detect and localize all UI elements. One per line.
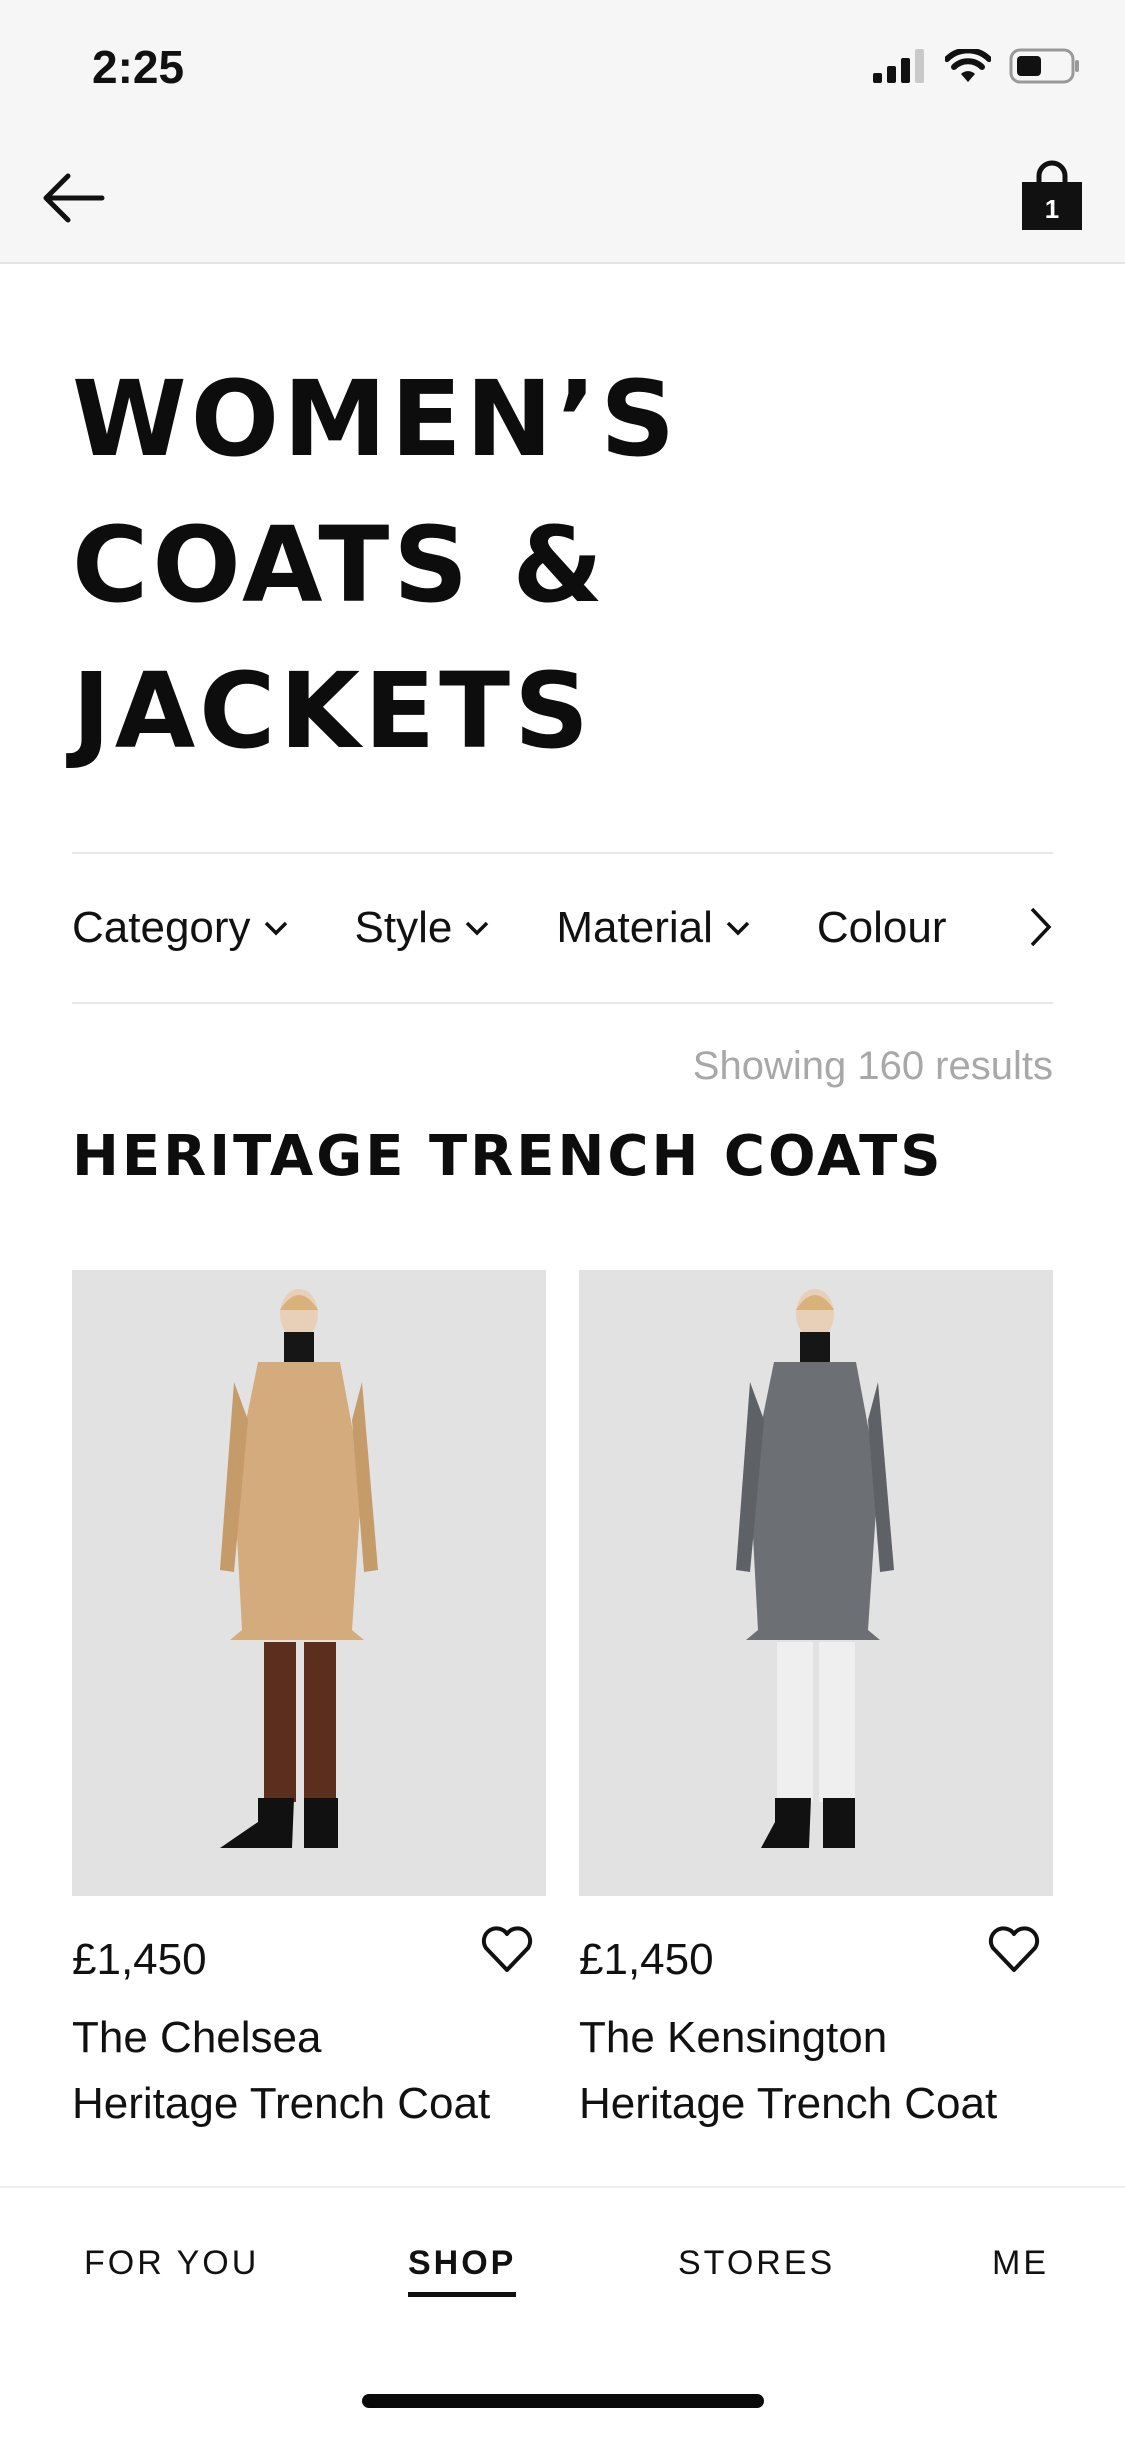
nav-bar: 1 — [0, 130, 1125, 264]
tab-bar: FOR YOU SHOP STORES ME — [0, 2186, 1125, 2438]
tab-shop[interactable]: SHOP — [408, 2244, 517, 2297]
product-image[interactable] — [72, 1270, 546, 1896]
tab-me[interactable]: ME — [992, 2244, 1049, 2283]
chevron-down-icon — [726, 921, 750, 936]
model-figure — [220, 1289, 378, 1848]
tab-stores[interactable]: STORES — [678, 2244, 835, 2283]
status-bar: 2:25 — [0, 0, 1125, 130]
filter-material[interactable]: Material — [556, 903, 751, 953]
status-icons — [873, 48, 1081, 84]
heart-icon — [481, 1926, 533, 1972]
back-button[interactable] — [38, 168, 108, 228]
filter-label: Material — [556, 903, 713, 952]
arrow-left-icon — [43, 173, 105, 223]
product-price: £1,450 — [72, 1935, 207, 1984]
filter-style[interactable]: Style — [355, 903, 491, 953]
chevron-down-icon — [264, 921, 287, 936]
filter-label: Category — [72, 903, 251, 952]
wishlist-button[interactable] — [480, 1926, 534, 1979]
product-card[interactable]: £1,450 The Kensington Heritage Trench Co… — [579, 1270, 1053, 2128]
chevron-down-icon — [466, 921, 489, 936]
page-title-line: JACKETS — [72, 650, 593, 772]
coat-shape — [230, 1362, 364, 1640]
bag-count-badge: 1 — [1044, 194, 1060, 224]
filter-category[interactable]: Category — [72, 903, 289, 953]
product-price: £1,450 — [579, 1935, 714, 1984]
product-name: The Chelsea Heritage Trench Coat — [72, 2013, 491, 2128]
cellular-signal-icon — [873, 49, 924, 83]
battery-icon — [1009, 48, 1079, 84]
section-title: HERITAGE TRENCH COATS — [72, 1124, 944, 1189]
filter-bar: Category Style Material Colour — [72, 852, 1053, 1004]
filter-colour[interactable]: Colour — [817, 903, 947, 953]
filter-scroll-right-button[interactable] — [1029, 906, 1053, 953]
wishlist-button[interactable] — [987, 1926, 1041, 1979]
tab-for-you[interactable]: FOR YOU — [84, 2244, 259, 2283]
shopping-bag-button[interactable]: 1 — [1019, 160, 1085, 232]
filter-label: Style — [354, 903, 453, 952]
product-image[interactable] — [579, 1270, 1053, 1896]
filter-label: Colour — [816, 903, 947, 952]
heart-icon — [988, 1926, 1040, 1972]
page-title: WOMEN’S COATS & JACKETS — [72, 346, 972, 784]
model-figure — [736, 1289, 894, 1848]
results-count: Showing 160 results — [692, 1044, 1053, 1088]
product-name: The Kensington Heritage Trench Coat — [579, 2013, 998, 2128]
status-time: 2:25 — [92, 41, 185, 93]
wifi-icon — [945, 49, 991, 82]
coat-shape — [746, 1362, 880, 1640]
chevron-right-icon — [1030, 907, 1052, 947]
page-title-line: COATS & — [72, 504, 608, 626]
home-indicator — [362, 2394, 764, 2408]
product-card[interactable]: £1,450 The Chelsea Heritage Trench Coat — [72, 1270, 546, 2128]
page-title-line: WOMEN’S — [72, 358, 680, 480]
